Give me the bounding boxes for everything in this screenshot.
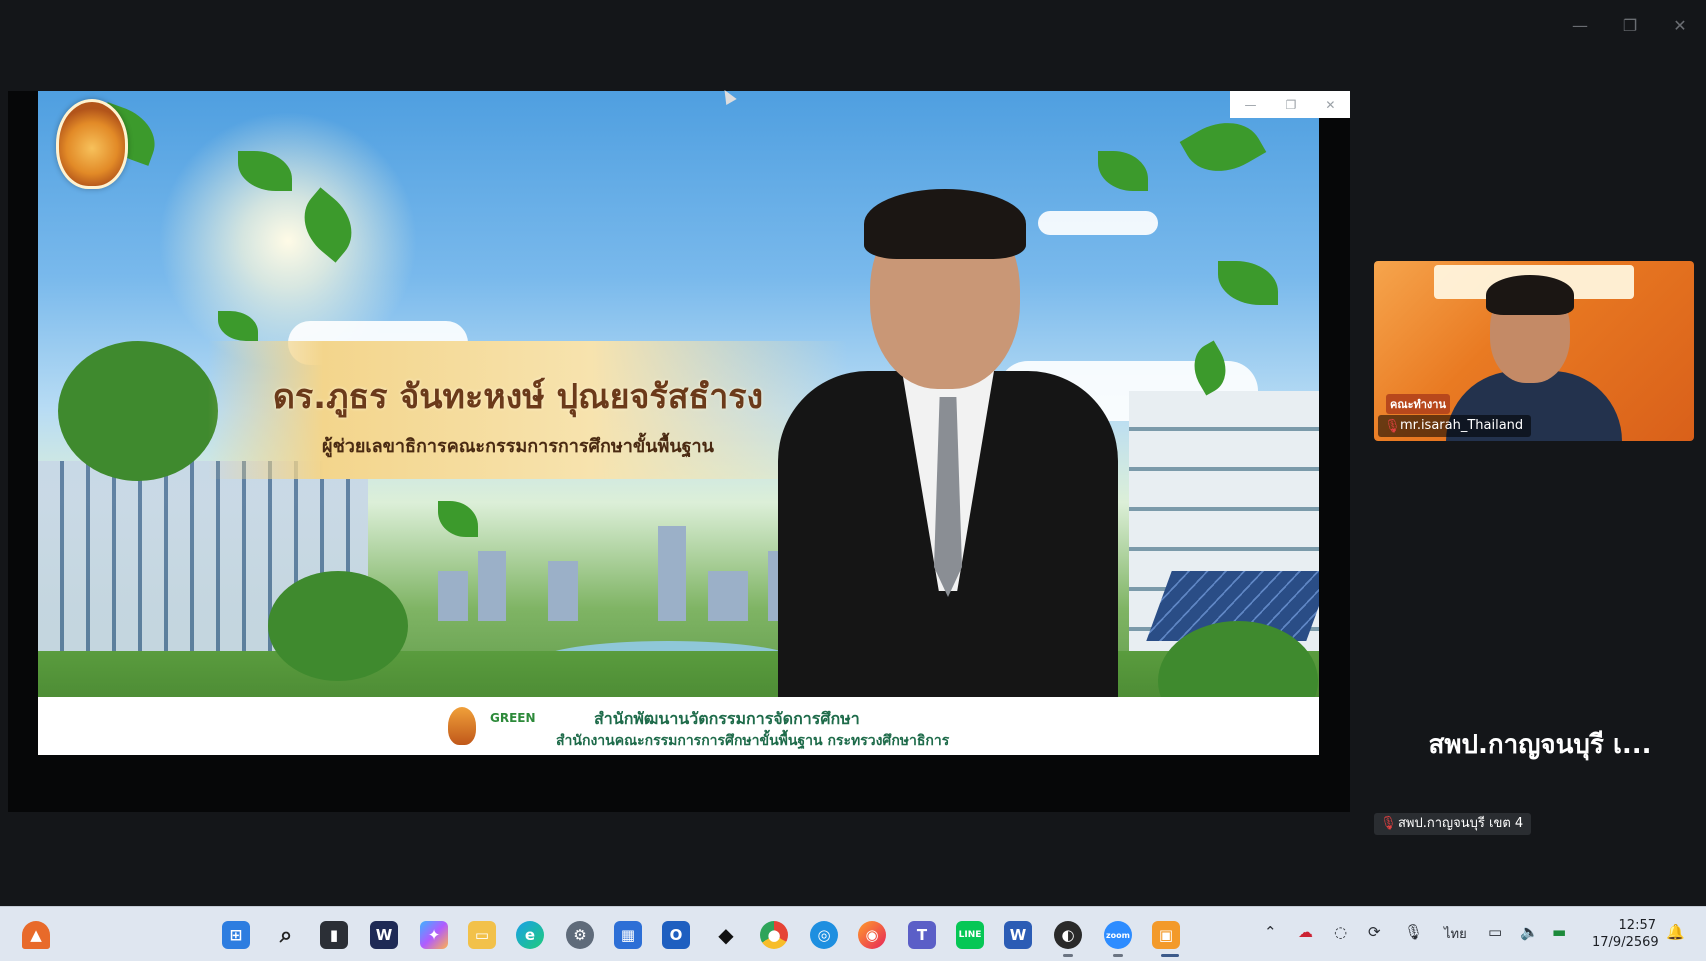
notification-icon[interactable]: 🔔 xyxy=(1666,923,1685,941)
network-icon[interactable]: ▭ xyxy=(1488,923,1502,941)
sync-icon[interactable]: ⟳ xyxy=(1368,923,1381,941)
obec-logo-icon xyxy=(448,707,476,745)
show-hidden-icons-icon[interactable]: ⌃ xyxy=(1264,923,1277,941)
footer-office-name: สำนักพัฒนานวัตกรรมการจัดการศึกษา xyxy=(594,709,860,728)
onedrive-icon[interactable]: ☁ xyxy=(1298,923,1313,941)
start-icon[interactable]: ⊞ xyxy=(222,921,250,949)
settings-icon[interactable]: ⚙ xyxy=(566,921,594,949)
shared-window-controls: — ❐ ✕ xyxy=(1230,91,1350,118)
clock-date: 17/9/2569 xyxy=(1592,935,1659,950)
firefox-icon[interactable]: ◉ xyxy=(858,921,886,949)
speaker-photo xyxy=(778,171,1118,755)
language-indicator[interactable]: ไทย xyxy=(1444,923,1467,944)
battery-icon[interactable]: ▬ xyxy=(1552,923,1566,941)
obec-app-icon[interactable]: ▲ xyxy=(22,921,50,949)
leaf xyxy=(1218,261,1278,305)
webex-icon[interactable]: W xyxy=(370,921,398,949)
obec-crest-logo xyxy=(56,99,128,189)
presentation-slide: ดร.ภูธร จันทะหงษ์ ปุณยจรัสธำรง ผู้ช่วยเล… xyxy=(38,91,1319,755)
leaf xyxy=(1179,106,1267,188)
safari-icon[interactable]: ◎ xyxy=(810,921,838,949)
task-view-icon[interactable]: ▮ xyxy=(320,921,348,949)
window-controls: — ❐ ✕ xyxy=(1568,14,1692,38)
shared-screen: ดร.ภูธร จันทะหงษ์ ปุณยจรัสธำรง ผู้ช่วยเล… xyxy=(8,91,1350,812)
copilot-icon[interactable]: ✦ xyxy=(420,921,448,949)
participant-name-large: สพป.กาญจนบุรี เ... xyxy=(1428,730,1652,760)
participant-video-tile[interactable]: คณะทำงาน mr.isarah_Thailand 🎙 xyxy=(1374,261,1694,441)
minimize-icon[interactable]: — xyxy=(1568,14,1592,38)
close-icon[interactable]: ✕ xyxy=(1668,14,1692,38)
word-icon[interactable]: W xyxy=(1004,921,1032,949)
file-explorer-icon[interactable]: ▭ xyxy=(468,921,496,949)
obs-icon[interactable]: ◐ xyxy=(1054,921,1082,949)
background-label: คณะทำงาน xyxy=(1386,394,1450,414)
slide-footer: GREEN สำนักพัฒนานวัตกรรมการจัดการศึกษา ส… xyxy=(38,697,1319,755)
volume-icon[interactable]: 🔈 xyxy=(1520,923,1539,941)
participant-hair xyxy=(1486,275,1574,315)
search-icon[interactable]: ⌕ xyxy=(272,921,300,949)
minimize-icon[interactable]: — xyxy=(1245,98,1257,112)
photo-app-icon[interactable]: ▣ xyxy=(1152,921,1180,949)
footer-ministry-name: สำนักงานคณะกรรมการการศึกษาขั้นพื้นฐาน กร… xyxy=(556,733,950,749)
running-indicator xyxy=(1063,954,1073,957)
outlook-icon[interactable]: O xyxy=(662,921,690,949)
running-indicator xyxy=(1113,954,1123,957)
speaker-name: ดร.ภูธร จันทะหงษ์ ปุณยจรัสธำรง xyxy=(272,377,764,417)
zoom-icon[interactable]: zoom xyxy=(1104,921,1132,949)
edge-icon[interactable]: e xyxy=(516,921,544,949)
teams-icon[interactable]: T xyxy=(908,921,936,949)
speaker-position: ผู้ช่วยเลขาธิการคณะกรรมการการศึกษาขั้นพื… xyxy=(322,436,714,457)
system-clock[interactable]: 12:57 17/9/2569 xyxy=(1592,917,1659,951)
meet-now-icon[interactable]: ◌ xyxy=(1334,923,1347,941)
dropbox-icon[interactable]: ◆ xyxy=(712,921,740,949)
restore-icon[interactable]: ❐ xyxy=(1286,98,1297,112)
line-icon[interactable]: LINE xyxy=(956,921,984,949)
chrome-icon[interactable]: ● xyxy=(760,921,788,949)
mic-muted-icon: 🎙 xyxy=(1380,816,1397,831)
tree xyxy=(268,571,408,681)
clock-time: 12:57 xyxy=(1618,918,1656,933)
microphone-icon[interactable]: 🎙 xyxy=(1404,923,1423,941)
running-indicator xyxy=(1161,954,1179,957)
participant-name-label: สพป.กาญจนบุรี เขต 4 xyxy=(1374,813,1532,835)
taskbar: ▲ ⊞ ⌕ ▮ W ✦ ▭ e ⚙ ▦ O ◆ ● ◎ ◉ T LINE W ◐… xyxy=(0,906,1706,961)
close-icon[interactable]: ✕ xyxy=(1325,98,1335,112)
tree xyxy=(58,341,218,481)
restore-icon[interactable]: ❐ xyxy=(1618,14,1642,38)
store-icon[interactable]: ▦ xyxy=(614,921,642,949)
mic-muted-icon: 🎙 xyxy=(1384,419,1401,434)
green-logo-icon: GREEN xyxy=(490,711,536,725)
